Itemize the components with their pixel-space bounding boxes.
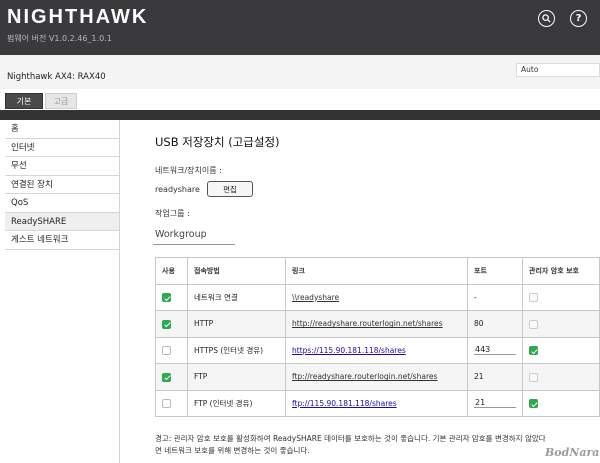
password-protect-checkbox (529, 293, 538, 302)
sidebar-item-wireless[interactable]: 무선 (5, 157, 119, 176)
help-icon[interactable]: ? (570, 10, 587, 27)
share-link[interactable]: \\readyshare (292, 293, 339, 302)
link-cell: https://115.90.181.118/shares (285, 336, 468, 364)
warning-text: 경고: 관리자 암호 보호를 활성화하여 ReadySHARE 데이터를 보호하… (155, 433, 600, 457)
use-cell (155, 336, 188, 364)
method-cell: HTTPS (인터넷 경유) (187, 336, 286, 364)
link-cell: http://readyshare.routerlogin.net/shares (285, 310, 468, 338)
protect-cell (522, 310, 600, 338)
device-name-value: readyshare (155, 185, 200, 194)
method-cell: FTP (187, 363, 286, 391)
protect-cell (522, 389, 600, 417)
access-table: 사용 접속방법 링크 포트 관리자 암호 보호 네트워크 연결 \\readysh… (155, 257, 600, 417)
table-row: 네트워크 연결 \\readyshare - (155, 283, 600, 311)
password-protect-checkbox (529, 372, 538, 382)
use-cell (155, 310, 188, 338)
sidebar-item-attached-devices[interactable]: 연결된 장치 (5, 176, 119, 194)
tab-bar-divider (0, 110, 600, 120)
port-cell: 21 (467, 363, 523, 391)
firmware-version: 펌웨어 버전 V1.0.2.46_1.0.1 (7, 34, 112, 43)
tab-basic[interactable]: 기본 (5, 93, 43, 109)
col-password-protect: 관리자 암호 보호 (522, 257, 600, 285)
table-row: HTTP http://readyshare.routerlogin.net/sh… (155, 310, 600, 338)
workgroup-label: 작업그룹 : (155, 209, 190, 218)
use-checkbox[interactable] (162, 293, 171, 302)
port-value: - (474, 292, 477, 302)
use-checkbox[interactable] (162, 399, 171, 408)
table-row: FTP ftp://readyshare.routerlogin.net/shar… (155, 363, 600, 391)
method-cell: 네트워크 연결 (187, 283, 286, 311)
use-checkbox[interactable] (162, 346, 171, 355)
use-checkbox[interactable] (162, 319, 171, 329)
share-link[interactable]: https://115.90.181.118/shares (292, 346, 406, 355)
table-row: FTP (인터넷 경유) ftp://115.90.181.118/shares 2… (155, 389, 600, 417)
watermark: BodNara (545, 446, 600, 459)
protect-cell (522, 283, 600, 311)
method-cell: FTP (인터넷 경유) (187, 389, 286, 417)
table-header-row: 사용 접속방법 링크 포트 관리자 암호 보호 (155, 257, 600, 285)
workgroup-field[interactable] (153, 225, 235, 245)
col-use: 사용 (155, 257, 188, 285)
protect-cell (522, 336, 600, 364)
port-cell: 443 (467, 336, 523, 364)
col-link: 링크 (285, 257, 468, 285)
use-cell (155, 389, 188, 417)
brand-logo: NIGHTHAWK (7, 6, 149, 28)
network-device-name-label: 네트워크/장치이름 : (155, 166, 222, 175)
model-name: Nighthawk AX4: RAX40 (7, 72, 106, 82)
search-icon[interactable] (538, 10, 555, 27)
use-cell (155, 283, 188, 311)
port-input[interactable]: 21 (474, 398, 516, 409)
sidebar-item-internet[interactable]: 인터넷 (5, 139, 119, 157)
port-cell: 21 (467, 389, 523, 417)
page-title: USB 저장장치 (고급설정) (155, 135, 280, 149)
port-cell: 80 (467, 310, 523, 338)
password-protect-checkbox[interactable] (529, 399, 538, 408)
table-body: 네트워크 연결 \\readyshare - HTTP http://readyshar… (155, 283, 600, 417)
table-row: HTTPS (인터넷 경유) https://115.90.181.118/sha… (155, 336, 600, 364)
use-cell (155, 363, 188, 391)
port-value: 80 (474, 319, 484, 329)
warning-line-1: 경고: 관리자 암호 보호를 활성화하여 ReadySHARE 데이터를 보호하… (155, 434, 546, 443)
top-bar: NIGHTHAWK 펌웨어 버전 V1.0.2.46_1.0.1 ? (0, 0, 600, 55)
main-content: USB 저장장치 (고급설정) 네트워크/장치이름 : readyshare 편… (120, 120, 600, 463)
sidebar-item-guest-network[interactable]: 게스트 네트워크 (5, 231, 119, 250)
port-input[interactable]: 443 (474, 345, 516, 356)
share-link[interactable]: http://readyshare.routerlogin.net/shares (292, 319, 443, 328)
warning-line-2: 면 네트워크 보호를 위해 변경하는 것이 좋습니다. (155, 446, 310, 455)
col-port: 포트 (467, 257, 523, 285)
sidebar-item-home[interactable]: 홈 (5, 120, 119, 139)
sidebar-item-qos[interactable]: QoS (5, 194, 119, 213)
protect-cell (522, 363, 600, 391)
use-checkbox[interactable] (162, 372, 171, 382)
password-protect-checkbox (529, 319, 538, 329)
link-cell: ftp://115.90.181.118/shares (285, 389, 468, 417)
tab-advanced[interactable]: 고급 (45, 93, 77, 109)
link-cell: \\readyshare (285, 283, 468, 311)
link-cell: ftp://readyshare.routerlogin.net/shares (285, 363, 468, 391)
method-cell: HTTP (187, 310, 286, 338)
edit-button[interactable]: 편집 (207, 181, 253, 197)
port-value: 21 (474, 372, 484, 382)
sidebar: 홈 인터넷 무선 연결된 장치 QoS ReadySHARE 게스트 네트워크 (5, 120, 119, 250)
sidebar-item-readyshare[interactable]: ReadySHARE (5, 212, 119, 231)
password-protect-checkbox[interactable] (529, 346, 538, 355)
language-select[interactable]: Auto (516, 63, 600, 77)
share-link[interactable]: ftp://115.90.181.118/shares (292, 399, 397, 408)
col-method: 접속방법 (187, 257, 286, 285)
port-cell: - (467, 283, 523, 311)
share-link[interactable]: ftp://readyshare.routerlogin.net/shares (292, 372, 437, 381)
